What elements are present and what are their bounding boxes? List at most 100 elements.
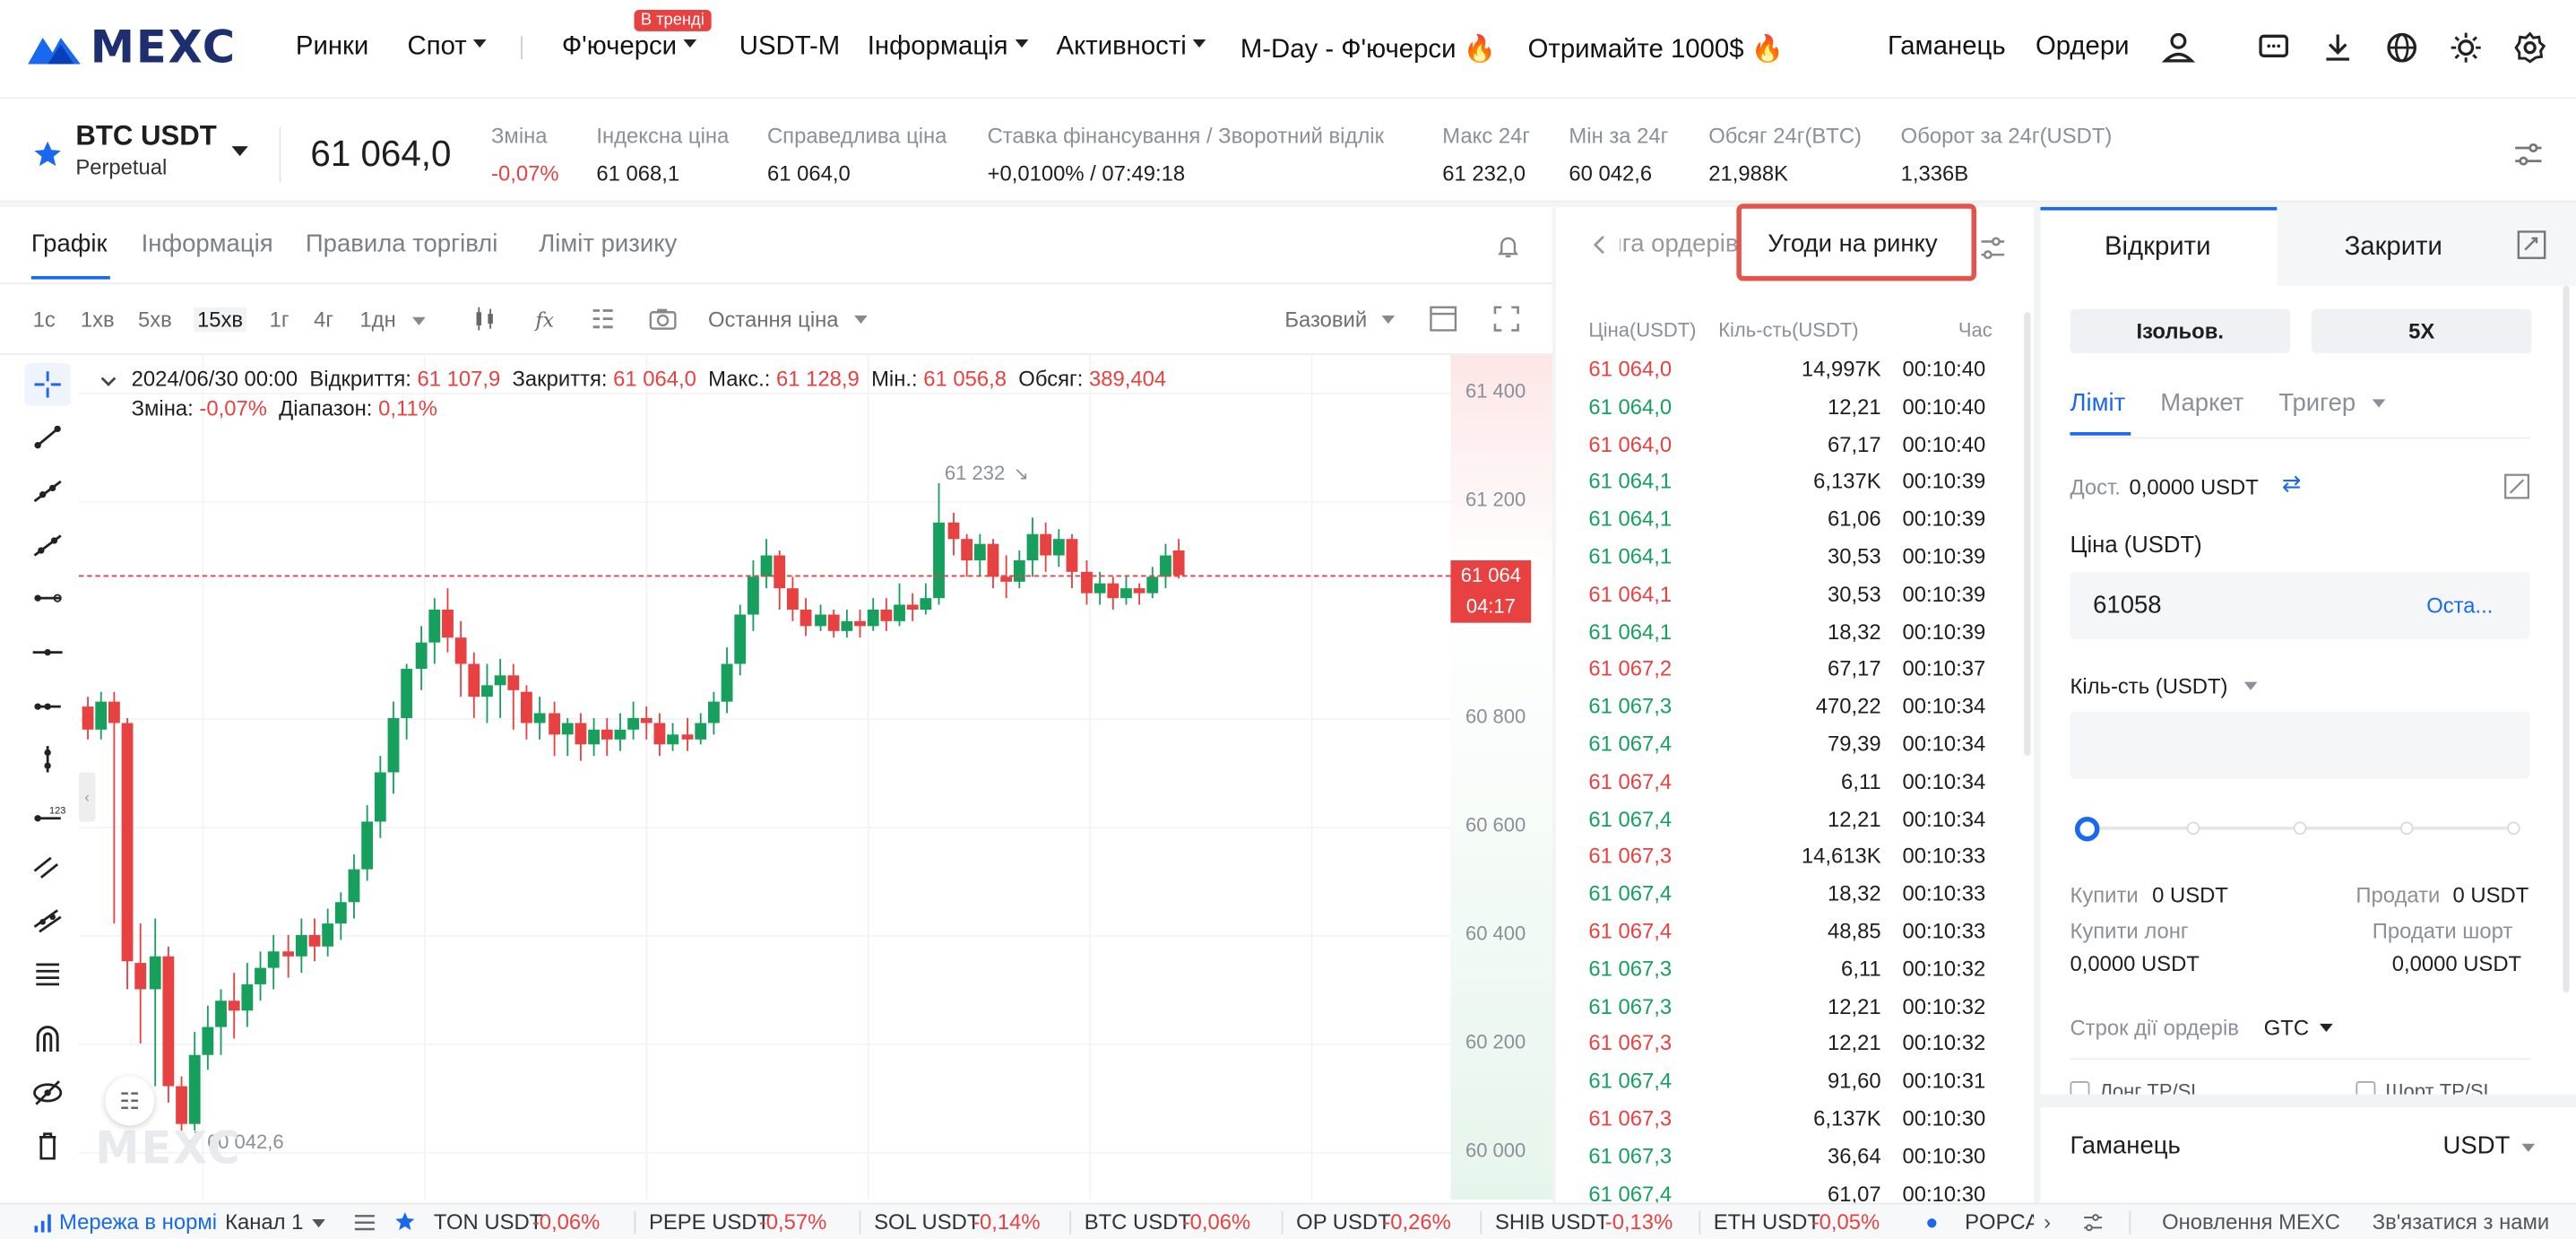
globe-icon[interactable] [2384, 30, 2420, 65]
candle-body[interactable] [388, 717, 400, 773]
slider-handle[interactable] [2074, 816, 2100, 842]
price-input[interactable]: 61058 Оста... [2070, 571, 2530, 639]
candle-body[interactable] [1133, 587, 1145, 594]
crosshair-icon[interactable] [30, 369, 65, 399]
calculator-icon[interactable] [2517, 230, 2546, 260]
star-icon[interactable] [394, 1211, 416, 1233]
interval-6[interactable]: 1дн [359, 308, 395, 332]
chevron-down-icon[interactable] [2243, 681, 2258, 690]
candle-body[interactable] [1040, 533, 1052, 556]
candle-body[interactable] [774, 555, 786, 588]
candle-body[interactable] [814, 615, 826, 627]
candle-body[interactable] [1106, 582, 1119, 599]
nav-item-0[interactable]: Ринки [296, 33, 368, 63]
chat-icon[interactable] [2256, 30, 2292, 65]
interval-dropdown-icon[interactable] [412, 316, 426, 325]
price-type-select[interactable]: Остання ціна [708, 308, 839, 332]
candle-body[interactable] [1067, 539, 1079, 572]
star-icon[interactable] [33, 140, 63, 169]
candle-body[interactable] [707, 701, 720, 723]
indicators-icon[interactable]: fx [534, 306, 560, 332]
candle-body[interactable] [721, 663, 733, 702]
interval-1[interactable]: 1хв [81, 308, 115, 332]
magnet-icon[interactable] [30, 1024, 65, 1053]
vertical-line-icon[interactable] [30, 744, 65, 774]
nav-item-4[interactable]: Інформація [868, 33, 1028, 63]
channel-select[interactable]: Канал 1 [225, 1209, 303, 1234]
ticker-coin[interactable]: OP USDT [1296, 1209, 1391, 1234]
candle-body[interactable] [1026, 533, 1039, 561]
candle-body[interactable] [1119, 587, 1132, 599]
chevron-down-icon[interactable] [2521, 1143, 2536, 1152]
market-trades-tab[interactable]: Угоди на ринку [1768, 230, 1937, 258]
horizontal-ray-icon[interactable] [30, 584, 65, 613]
template-icon[interactable] [590, 306, 616, 332]
candle-body[interactable] [175, 1087, 187, 1125]
candle-body[interactable] [694, 723, 706, 741]
nav-item-2[interactable]: Ф'ючерси [562, 33, 697, 63]
trend-line-icon[interactable] [30, 422, 65, 452]
lines-icon[interactable] [30, 959, 65, 989]
slider-tick[interactable] [2399, 821, 2414, 836]
hide-drawings-icon[interactable] [30, 1078, 65, 1107]
limit-tab[interactable]: Ліміт [2070, 389, 2125, 417]
qty-input[interactable] [2070, 711, 2530, 779]
candle-body[interactable] [161, 957, 174, 1087]
nav-item-7[interactable]: Отримайте 1000$ 🔥 [1528, 33, 1785, 66]
nav-item-5[interactable]: Активності [1057, 33, 1206, 63]
candle-body[interactable] [561, 723, 573, 735]
candle-body[interactable] [401, 669, 413, 718]
slider-tick[interactable] [2293, 821, 2307, 836]
price-input-value[interactable]: 61058 [2093, 592, 2161, 620]
candle-body[interactable] [348, 870, 360, 903]
candle-body[interactable] [295, 934, 307, 957]
fib-icon[interactable]: 123 [30, 799, 65, 828]
download-icon[interactable] [2320, 30, 2356, 65]
candle-body[interactable] [82, 706, 94, 730]
chart-tab[interactable]: Інформація [142, 230, 273, 258]
candle-body[interactable] [375, 772, 387, 821]
candle-body[interactable] [800, 610, 813, 627]
candle-body[interactable] [1160, 555, 1172, 577]
sun-icon[interactable] [2448, 30, 2484, 65]
chevron-right-icon[interactable]: › [2044, 1209, 2051, 1234]
candle-body[interactable] [1093, 582, 1105, 594]
candle-body[interactable] [867, 610, 879, 627]
edit-icon[interactable] [2503, 473, 2529, 499]
candle-body[interactable] [920, 598, 932, 610]
candle-body[interactable] [1053, 539, 1066, 556]
candle-body[interactable] [894, 603, 906, 621]
orderbook-tab[interactable]: Книга ордерів [1620, 230, 1738, 258]
user-icon[interactable] [2160, 30, 2196, 65]
candle-body[interactable] [1146, 576, 1159, 594]
candle-body[interactable] [241, 983, 254, 1011]
symbol-name[interactable]: BTC USDT [75, 120, 217, 153]
camera-icon[interactable] [649, 306, 677, 332]
trigger-tab[interactable]: Тригер [2278, 389, 2356, 417]
ticker-coin[interactable]: SOL USDT [874, 1209, 980, 1234]
candle-body[interactable] [627, 717, 640, 730]
chart-tab[interactable]: Ліміт ризику [539, 230, 677, 258]
candle-body[interactable] [507, 674, 520, 691]
margin-mode-button[interactable]: Ізольов. [2070, 308, 2291, 354]
open-tab[interactable]: Відкрити [2105, 233, 2211, 263]
transfer-icon[interactable]: ⇄ [2282, 470, 2302, 498]
chevron-down-icon[interactable] [2372, 399, 2386, 408]
candle-body[interactable] [308, 934, 320, 946]
candle-body[interactable] [947, 523, 959, 540]
settings-sliders-icon[interactable] [1978, 233, 2008, 263]
mexc-updates-link[interactable]: Оновлення MEXC [2162, 1209, 2340, 1234]
candle-body[interactable] [960, 539, 972, 561]
nav-item-6[interactable]: M-Day - Ф'ючерси 🔥 [1240, 33, 1496, 66]
bell-icon[interactable] [1495, 233, 1521, 259]
nav-item-9[interactable]: Ордери [2036, 33, 2130, 63]
candle-body[interactable] [255, 967, 267, 984]
trades-scrollbar[interactable] [2024, 312, 2031, 757]
candle-body[interactable] [1013, 560, 1025, 583]
chevron-down-icon[interactable] [2320, 1023, 2333, 1033]
candle-type-icon[interactable] [471, 306, 497, 332]
candle-body[interactable] [587, 729, 600, 746]
market-tab[interactable]: Маркет [2160, 389, 2243, 417]
interval-0[interactable]: 1с [33, 308, 56, 332]
candle-body[interactable] [534, 712, 547, 723]
